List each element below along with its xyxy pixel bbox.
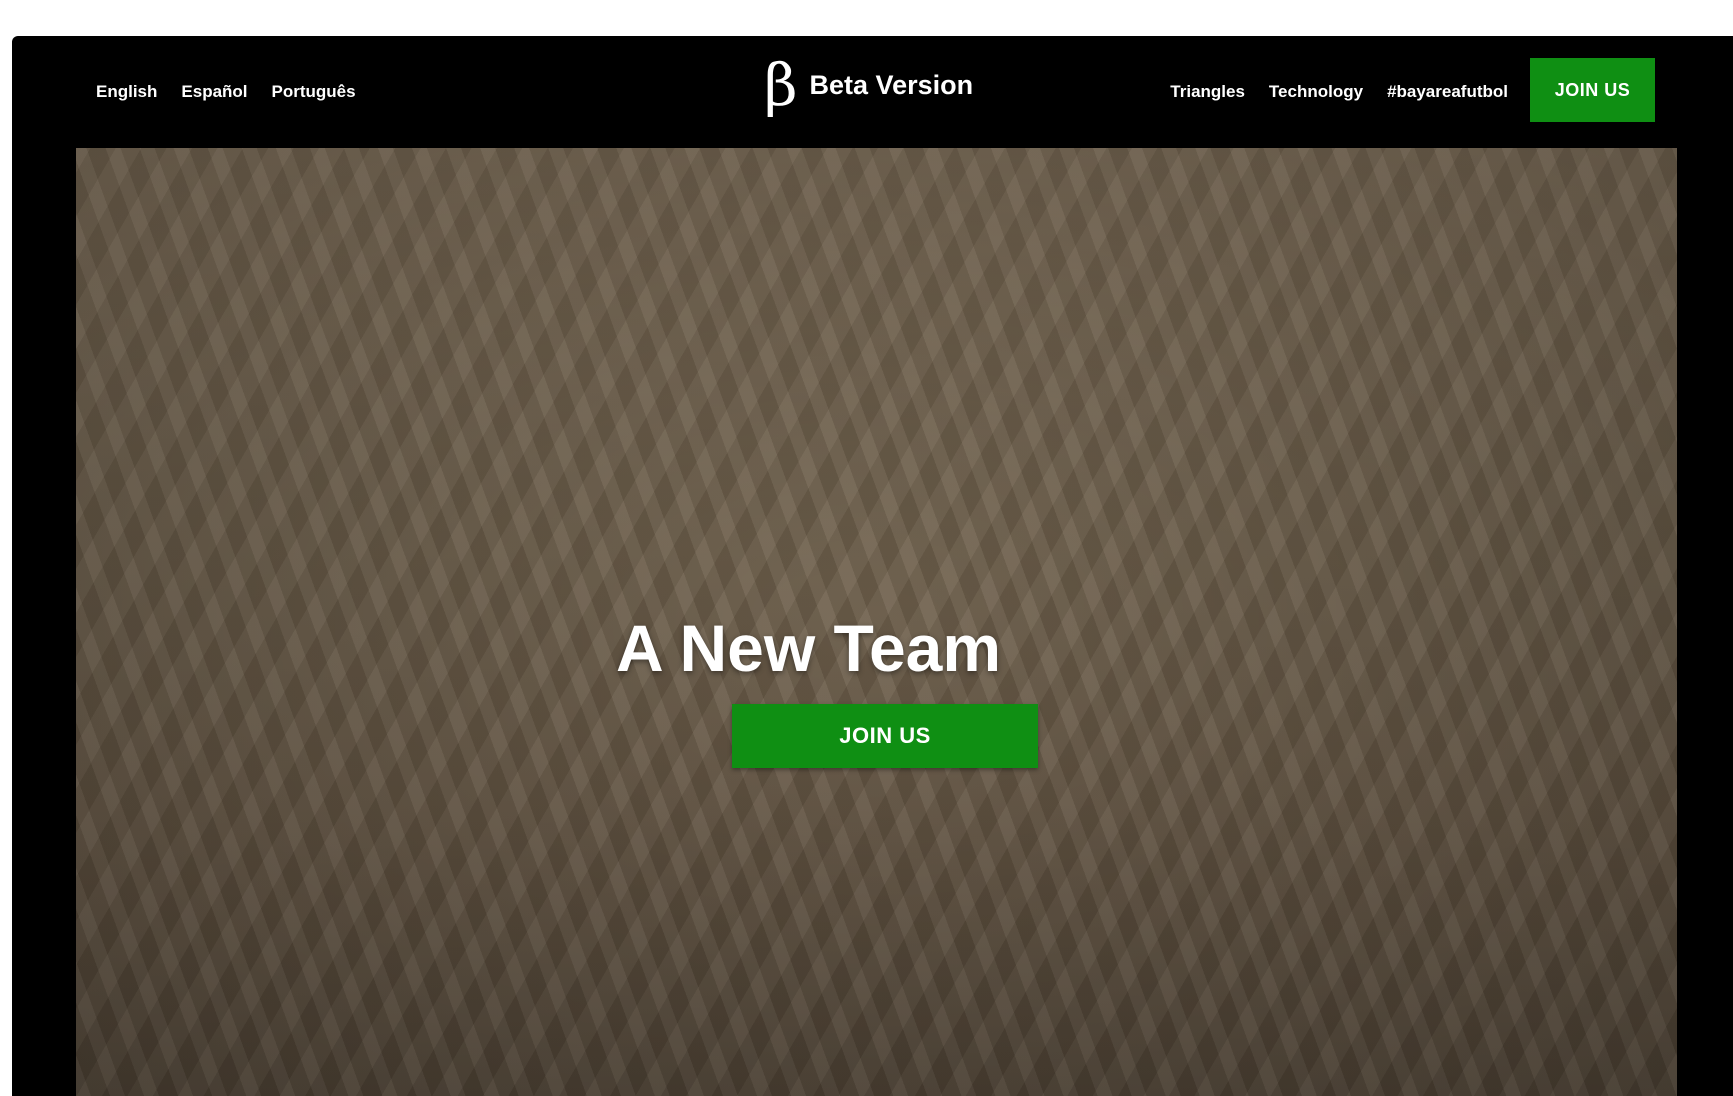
lang-espanol-link[interactable]: Español [181, 82, 247, 102]
nav-join-us-button[interactable]: JOIN US [1530, 58, 1655, 122]
brand-logo[interactable]: β Beta Version [764, 56, 973, 114]
hero-section: A New Team JOIN US [76, 148, 1677, 1096]
nav-link-bayareafutbol[interactable]: #bayareafutbol [1387, 82, 1508, 102]
top-navbar: English Español Português β Beta Version… [12, 36, 1733, 148]
browser-frame: English Español Português β Beta Version… [12, 36, 1733, 1096]
nav-link-triangles[interactable]: Triangles [1170, 82, 1245, 102]
hero-join-us-button[interactable]: JOIN US [732, 704, 1038, 768]
language-switcher: English Español Português [96, 82, 356, 102]
lang-portugues-link[interactable]: Português [272, 82, 356, 102]
main-nav-links: Triangles Technology #bayareafutbol [1170, 82, 1508, 102]
beta-logo-icon: β [764, 51, 798, 119]
hero-title: A New Team [615, 611, 1002, 686]
brand-name: Beta Version [809, 69, 974, 100]
nav-link-technology[interactable]: Technology [1269, 82, 1363, 102]
lang-english-link[interactable]: English [96, 82, 157, 102]
